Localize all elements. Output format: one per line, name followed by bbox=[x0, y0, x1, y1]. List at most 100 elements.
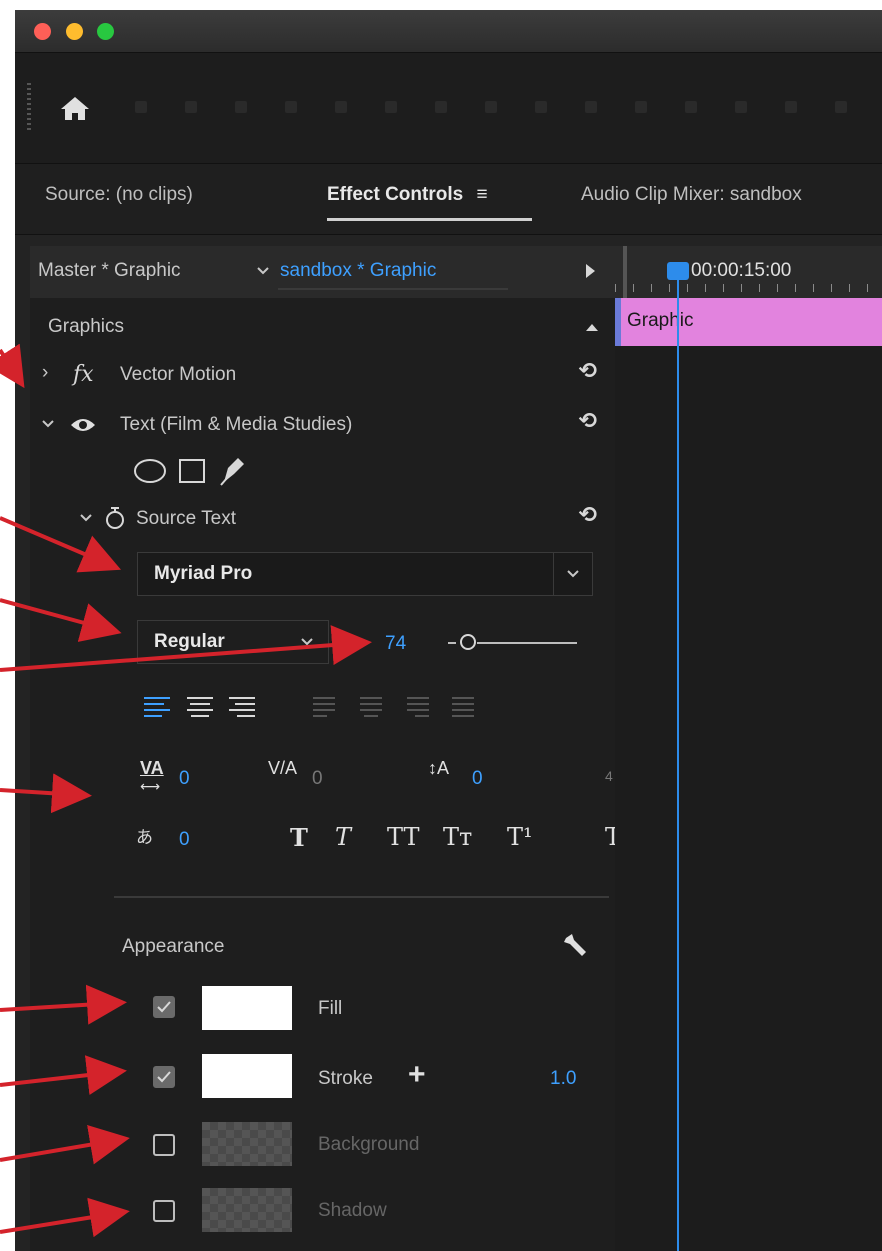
vector-motion-label: Vector Motion bbox=[120, 364, 237, 385]
justify-right-icon[interactable] bbox=[407, 697, 435, 719]
text-layer-label: Text (Film & Media Studies) bbox=[120, 414, 353, 435]
tab-source[interactable]: Source: (no clips) bbox=[45, 184, 193, 206]
zoom-window-button[interactable] bbox=[97, 23, 114, 40]
panel-grip-icon[interactable] bbox=[27, 83, 31, 133]
stopwatch-icon[interactable] bbox=[105, 506, 125, 530]
playhead-timecode: 00:00:15:00 bbox=[691, 260, 792, 281]
tracking-icon: VA bbox=[140, 758, 164, 778]
fx-icon[interactable]: fx bbox=[73, 362, 94, 387]
reset-icon[interactable]: ⟲ bbox=[579, 502, 597, 528]
source-text-label: Source Text bbox=[136, 508, 236, 529]
shadow-label: Shadow bbox=[318, 1200, 387, 1221]
background-checkbox[interactable] bbox=[153, 1134, 175, 1156]
tsume-icon: あ bbox=[136, 828, 153, 847]
pen-mask-icon[interactable] bbox=[218, 454, 248, 486]
fill-color-swatch[interactable] bbox=[202, 986, 292, 1030]
font-size-value[interactable]: 74 bbox=[385, 633, 406, 655]
reset-icon[interactable]: ⟲ bbox=[579, 358, 597, 384]
tab-effect-controls-label: Effect Controls bbox=[327, 184, 464, 205]
kerning-icon: V/A bbox=[268, 758, 298, 778]
tracking-value[interactable]: 0 bbox=[179, 768, 190, 790]
graphic-clip-label: Graphic bbox=[627, 310, 694, 331]
small-caps-icon[interactable]: Tт bbox=[443, 823, 472, 851]
justify-all-icon[interactable] bbox=[452, 697, 480, 719]
font-size-slider-thumb[interactable] bbox=[460, 634, 476, 650]
background-label: Background bbox=[318, 1134, 420, 1155]
chevron-down-icon[interactable] bbox=[42, 419, 54, 429]
superscript-icon[interactable]: T¹ bbox=[507, 823, 533, 851]
checkmark-icon bbox=[157, 1071, 171, 1083]
shadow-color-swatch[interactable] bbox=[202, 1188, 292, 1232]
tracking-arrow-icon: ⟷ bbox=[140, 778, 161, 794]
play-only-clip-icon[interactable] bbox=[584, 263, 596, 279]
tab-audio-clip-mixer[interactable]: Audio Clip Mixer: sandbox bbox=[581, 184, 802, 206]
playhead-handle[interactable] bbox=[667, 262, 689, 280]
tab-effect-controls[interactable]: Effect Controls ≡ bbox=[327, 184, 488, 206]
add-stroke-icon[interactable]: + bbox=[408, 1058, 426, 1092]
chevron-right-icon[interactable]: › bbox=[42, 362, 48, 384]
panel-tabs: Source: (no clips) Effect Controls ≡ Aud… bbox=[15, 164, 882, 235]
premiere-window: Source: (no clips) Effect Controls ≡ Aud… bbox=[15, 10, 882, 1251]
graphic-clip[interactable]: Graphic bbox=[615, 298, 882, 346]
baseline-shift-icon: 4 bbox=[605, 768, 613, 784]
chevron-down-icon[interactable] bbox=[257, 266, 269, 276]
align-left-icon[interactable] bbox=[144, 697, 172, 719]
font-family-select[interactable]: Myriad Pro bbox=[137, 552, 593, 596]
font-size-slider-track-left bbox=[448, 642, 456, 644]
tsume-value[interactable]: 0 bbox=[179, 829, 190, 851]
wrench-icon[interactable] bbox=[562, 932, 588, 958]
reset-icon[interactable]: ⟲ bbox=[579, 408, 597, 434]
playhead-line[interactable] bbox=[677, 280, 679, 1251]
sequence-clip-label[interactable]: sandbox * Graphic bbox=[280, 260, 436, 282]
align-center-icon[interactable] bbox=[187, 697, 215, 719]
fill-label: Fill bbox=[318, 998, 343, 1019]
chevron-down-icon bbox=[567, 570, 579, 578]
all-caps-icon[interactable]: TT bbox=[387, 823, 419, 851]
fill-checkbox[interactable] bbox=[153, 996, 175, 1018]
minimize-window-button[interactable] bbox=[66, 23, 83, 40]
leading-icon: ↕A bbox=[428, 758, 450, 778]
justify-center-icon[interactable] bbox=[360, 697, 388, 719]
font-style-select[interactable]: Regular bbox=[137, 620, 329, 664]
ellipse-mask-icon[interactable] bbox=[133, 458, 167, 484]
stroke-color-swatch[interactable] bbox=[202, 1054, 292, 1098]
eye-icon[interactable] bbox=[70, 416, 96, 434]
font-style-value: Regular bbox=[154, 631, 225, 652]
leading-value[interactable]: 0 bbox=[472, 768, 483, 790]
spacing-controls: VA ⟷ 0 V/A 0 ↕A 0 4 bbox=[30, 758, 615, 798]
workspace-bar bbox=[15, 53, 882, 164]
chevron-down-icon[interactable] bbox=[80, 513, 92, 523]
stroke-checkbox[interactable] bbox=[153, 1066, 175, 1088]
justify-left-icon[interactable] bbox=[313, 697, 341, 719]
align-right-icon[interactable] bbox=[229, 697, 257, 719]
text-style-controls: あ 0 T T TT Tт T¹ T bbox=[30, 821, 621, 861]
close-window-button[interactable] bbox=[34, 23, 51, 40]
divider bbox=[114, 896, 609, 898]
font-family-value: Myriad Pro bbox=[154, 563, 253, 584]
faux-italic-icon[interactable]: T bbox=[335, 823, 351, 851]
active-tab-underline bbox=[327, 218, 532, 221]
rectangle-mask-icon[interactable] bbox=[178, 458, 206, 484]
time-ruler[interactable]: 00:00:15:00 bbox=[615, 246, 882, 298]
master-clip-label[interactable]: Master * Graphic bbox=[38, 260, 181, 282]
title-bar bbox=[15, 10, 882, 53]
stroke-width-value[interactable]: 1.0 bbox=[550, 1068, 576, 1090]
appearance-label: Appearance bbox=[122, 936, 225, 957]
clip-header: Master * Graphic sandbox * Graphic bbox=[30, 246, 615, 298]
effect-controls-panel: Master * Graphic sandbox * Graphic Graph… bbox=[30, 246, 621, 1251]
font-family-dropdown-button[interactable] bbox=[553, 553, 592, 595]
home-icon[interactable] bbox=[55, 88, 95, 128]
background-color-swatch[interactable] bbox=[202, 1122, 292, 1166]
collapse-up-icon[interactable] bbox=[585, 322, 599, 332]
font-size-slider-track[interactable] bbox=[477, 642, 577, 644]
shadow-checkbox[interactable] bbox=[153, 1200, 175, 1222]
section-label: Graphics bbox=[48, 316, 125, 337]
faux-bold-icon[interactable]: T bbox=[290, 823, 308, 852]
kerning-value[interactable]: 0 bbox=[312, 768, 323, 790]
effect-timeline: 00:00:15:00 Graphic bbox=[615, 246, 882, 1251]
mask-tools bbox=[30, 454, 615, 490]
chevron-down-icon bbox=[301, 638, 313, 646]
checkmark-icon bbox=[157, 1001, 171, 1013]
stroke-label: Stroke bbox=[318, 1068, 373, 1089]
panel-menu-icon[interactable]: ≡ bbox=[476, 184, 487, 205]
